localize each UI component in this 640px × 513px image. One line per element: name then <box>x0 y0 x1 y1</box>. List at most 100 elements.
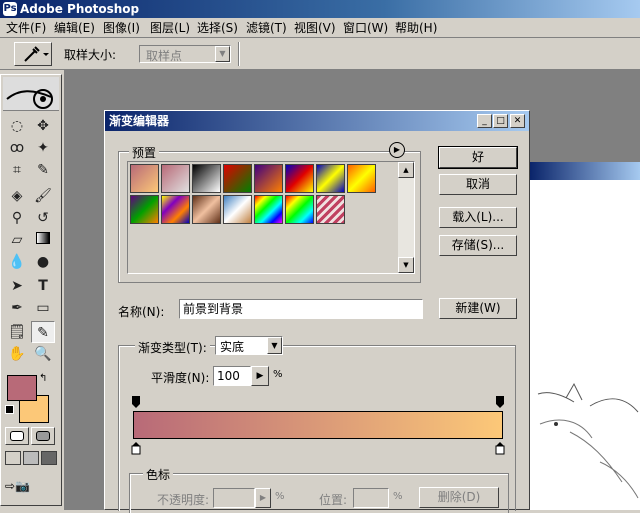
options-bar: 取样大小: 取样点 ▼ <box>0 38 640 70</box>
menu-filter[interactable]: 滤镜(T) <box>246 20 287 36</box>
crop-icon[interactable]: ⌗ <box>5 159 29 181</box>
ok-button[interactable]: 好 <box>438 146 518 169</box>
load-button[interactable]: 载入(L)... <box>439 207 517 228</box>
blur-icon[interactable]: 💧 <box>5 251 29 273</box>
document-title-bar[interactable] <box>530 162 640 180</box>
eraser-icon[interactable]: ▱ <box>5 229 29 251</box>
preset-swatch-spectrum[interactable] <box>254 195 283 224</box>
standard-mode-icon[interactable] <box>5 427 29 445</box>
dodge-icon[interactable]: ● <box>31 251 55 273</box>
opacity-stop-left[interactable] <box>131 395 141 409</box>
gradient-icon[interactable] <box>31 229 55 251</box>
location-input[interactable] <box>353 488 389 508</box>
pen-icon[interactable]: ✒ <box>5 297 29 319</box>
cancel-button[interactable]: 取消 <box>439 174 517 195</box>
maximize-icon[interactable]: □ <box>493 114 508 128</box>
notes-icon[interactable]: 🗒 <box>5 321 29 343</box>
menu-window[interactable]: 窗口(W) <box>343 20 388 36</box>
preset-swatch-red-green[interactable] <box>223 164 252 193</box>
scroll-up-icon[interactable]: ▲ <box>398 162 414 178</box>
gradient-preview-bar[interactable] <box>133 411 503 439</box>
menu-file[interactable]: 文件(F) <box>6 20 46 36</box>
slice-icon[interactable]: ✎ <box>31 159 55 181</box>
eyedropper-icon <box>24 46 49 62</box>
scroll-down-icon[interactable]: ▼ <box>398 257 414 273</box>
save-button[interactable]: 存储(S)... <box>439 235 517 256</box>
preset-swatch-chrome[interactable] <box>223 195 252 224</box>
gradient-type-select[interactable]: 实底 ▼ <box>215 336 283 355</box>
preset-swatch-copper[interactable] <box>192 195 221 224</box>
preset-swatch-fg-to-bg[interactable] <box>130 164 159 193</box>
foreground-color-swatch[interactable] <box>7 375 37 401</box>
current-tool-button[interactable] <box>14 42 52 66</box>
sample-size-select[interactable]: 取样点 ▼ <box>139 45 231 63</box>
healing-brush-icon[interactable]: ◈ <box>5 185 29 207</box>
menu-bar: 文件(F) 编辑(E) 图像(I) 图层(L) 选择(S) 滤镜(T) 视图(V… <box>0 18 640 38</box>
gradient-type-value: 实底 <box>220 340 245 354</box>
hand-icon[interactable]: ✋ <box>5 343 29 365</box>
history-brush-icon[interactable]: ↺ <box>31 207 55 229</box>
color-stop-left[interactable] <box>131 441 141 455</box>
preset-swatch-yellow-violet-orange-blue[interactable] <box>161 195 190 224</box>
name-label: 名称(N): <box>118 305 165 319</box>
brush-icon[interactable]: 🖌 <box>31 185 55 207</box>
gradient-editor-dialog: 渐变编辑器 _ □ ✕ 预置 ▶ ▲ ▼ 好 取消 载入(L)... 存储(S)… <box>104 110 530 513</box>
preset-swatch-orange-yellow-orange[interactable] <box>347 164 376 193</box>
menu-layer[interactable]: 图层(L) <box>150 20 190 36</box>
preset-swatch-blue-yellow-blue[interactable] <box>316 164 345 193</box>
magic-wand-icon[interactable]: ✦ <box>31 137 55 159</box>
opacity-stop-right[interactable] <box>495 395 505 409</box>
screen-mode-standard-icon[interactable] <box>5 451 21 465</box>
cat-sketch-image <box>537 382 639 499</box>
jump-to-imageready-icon[interactable]: ⇨📷 <box>5 479 57 497</box>
marquee-icon[interactable]: ◌ <box>5 115 29 137</box>
menu-help[interactable]: 帮助(H) <box>395 20 437 36</box>
smoothness-slider-arrow-icon[interactable]: ▶ <box>251 366 269 386</box>
color-stop-right[interactable] <box>495 441 505 455</box>
opacity-label: 不透明度: <box>157 493 210 507</box>
color-stops-label: 色标 <box>143 466 174 483</box>
smoothness-input[interactable]: 100 <box>213 366 251 386</box>
new-button[interactable]: 新建(W) <box>439 298 517 319</box>
minimize-icon[interactable]: _ <box>477 114 492 128</box>
name-input[interactable]: 前景到背景 <box>179 299 423 319</box>
default-colors-icon[interactable] <box>5 405 14 414</box>
move-icon[interactable]: ✥ <box>31 115 55 137</box>
menu-view[interactable]: 视图(V) <box>294 20 336 36</box>
preset-swatch-blue-red-yellow[interactable] <box>285 164 314 193</box>
dialog-title-bar[interactable]: 渐变编辑器 <box>105 111 529 131</box>
delete-button[interactable]: 删除(D) <box>419 487 499 508</box>
opacity-input[interactable] <box>213 488 255 508</box>
presets-label: 预置 <box>129 144 160 161</box>
presets-scrollbar[interactable]: ▲ ▼ <box>398 162 414 273</box>
close-icon[interactable]: ✕ <box>510 114 525 128</box>
document-canvas[interactable] <box>530 162 640 510</box>
presets-list: ▲ ▼ <box>127 161 415 274</box>
swap-colors-icon[interactable]: ↰ <box>39 373 47 384</box>
preset-swatch-violet-green-orange[interactable] <box>130 195 159 224</box>
preset-swatch-fg-to-transparent[interactable] <box>161 164 190 193</box>
clone-stamp-icon[interactable]: ⚲ <box>5 207 29 229</box>
gradient-type-label: 渐变类型(T): <box>135 339 210 356</box>
presets-menu-arrow-icon[interactable]: ▶ <box>389 142 405 158</box>
menu-edit[interactable]: 编辑(E) <box>54 20 95 36</box>
type-icon[interactable]: T <box>31 275 55 297</box>
preset-swatch-black-white[interactable] <box>192 164 221 193</box>
menu-select[interactable]: 选择(S) <box>197 20 238 36</box>
dialog-title: 渐变编辑器 <box>109 114 170 128</box>
quick-mask-icon[interactable] <box>31 427 55 445</box>
menu-image[interactable]: 图像(I) <box>103 20 140 36</box>
shape-icon[interactable]: ▭ <box>31 297 55 319</box>
opacity-slider-arrow-icon[interactable]: ▶ <box>255 488 271 508</box>
screen-mode-full-menu-icon[interactable] <box>23 451 39 465</box>
lasso-icon[interactable]: ꝏ <box>5 137 29 159</box>
path-select-icon[interactable]: ➤ <box>5 275 29 297</box>
preset-swatch-violet-orange[interactable] <box>254 164 283 193</box>
zoom-icon[interactable]: 🔍 <box>31 343 55 365</box>
sample-size-label: 取样大小: <box>64 48 117 62</box>
eyedropper-icon[interactable]: ✎ <box>31 321 55 343</box>
preset-swatch-transparent-stripes[interactable] <box>316 195 345 224</box>
toolbox-header[interactable] <box>3 77 59 111</box>
preset-swatch-transparent-rainbow[interactable] <box>285 195 314 224</box>
screen-mode-full-icon[interactable] <box>41 451 57 465</box>
